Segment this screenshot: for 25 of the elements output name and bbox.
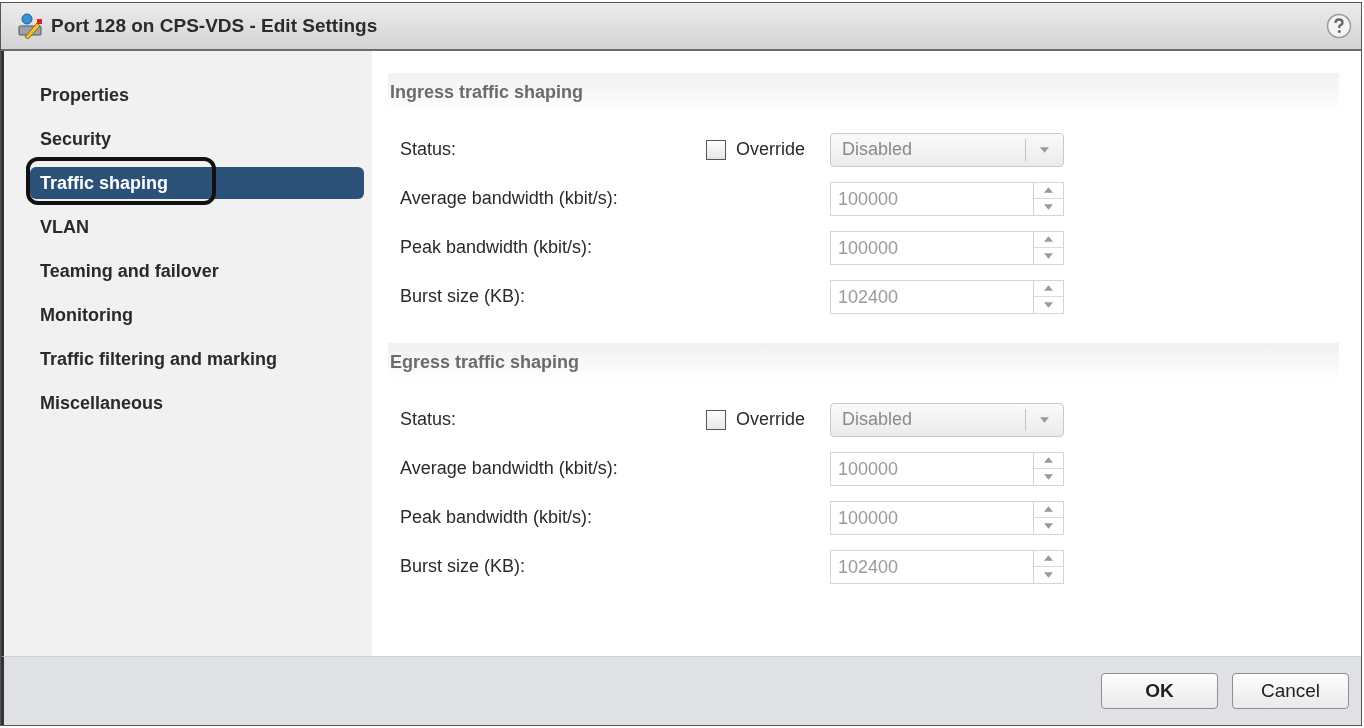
field-label: Burst size (KB): [400, 286, 527, 307]
field-label: Status: [400, 409, 458, 430]
help-icon[interactable] [1326, 13, 1352, 39]
sidebar-item[interactable]: Traffic shaping [30, 167, 364, 199]
ok-button[interactable]: OK [1101, 673, 1218, 709]
field-label: Burst size (KB): [400, 556, 527, 577]
sidebar-item[interactable]: Traffic filtering and marking [30, 343, 364, 375]
field-label: Average bandwidth (kbit/s): [400, 188, 619, 209]
sidebar-item[interactable]: Security [30, 123, 364, 155]
cancel-button[interactable]: Cancel [1232, 673, 1349, 709]
checkbox[interactable] [706, 409, 726, 430]
sidebar-item[interactable]: VLAN [30, 211, 364, 243]
field-label: Peak bandwidth (kbit/s): [400, 507, 594, 528]
sidebar-item[interactable]: Monitoring [30, 299, 364, 331]
sidebar-item[interactable]: Miscellaneous [30, 387, 364, 419]
network-edit-icon [17, 13, 43, 39]
sidebar-item[interactable]: Properties [30, 79, 364, 111]
checkbox-label: Override [736, 139, 806, 160]
checkbox-label: Override [736, 409, 806, 430]
field-label: Average bandwidth (kbit/s): [400, 458, 619, 479]
checkbox[interactable] [706, 139, 726, 160]
field-label: Peak bandwidth (kbit/s): [400, 237, 594, 258]
field-label: Status: [400, 139, 458, 160]
window-title: Port 128 on CPS-VDS - Edit Settings [51, 15, 379, 37]
sidebar-item[interactable]: Teaming and failover [30, 255, 364, 287]
